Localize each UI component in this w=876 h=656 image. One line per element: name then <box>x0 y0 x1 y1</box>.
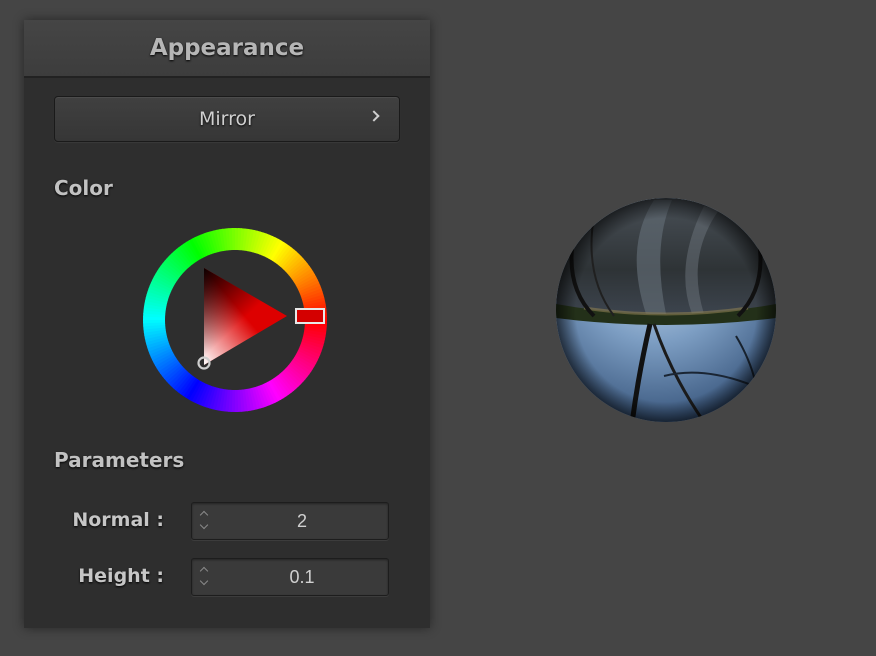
stepper-arrows-icon[interactable] <box>198 508 212 534</box>
chevron-up-icon[interactable] <box>199 566 209 576</box>
panel-title: Appearance <box>24 20 430 78</box>
3d-viewport[interactable] <box>430 0 876 656</box>
saturation-value-triangle[interactable] <box>204 268 287 365</box>
color-section-title: Color <box>54 176 113 200</box>
chevron-down-icon[interactable] <box>199 520 209 530</box>
height-spinbox[interactable]: 0.1 <box>191 558 389 596</box>
hue-selector-handle[interactable] <box>295 308 325 324</box>
normal-spinbox[interactable]: 2 <box>191 502 389 540</box>
chevron-down-icon[interactable] <box>199 576 209 586</box>
stepper-arrows-icon[interactable] <box>198 564 212 590</box>
material-select-label: Mirror <box>199 108 255 130</box>
appearance-panel: Appearance Mirror Color Parameters Norma… <box>24 20 430 628</box>
parameters-section-title: Parameters <box>54 448 185 472</box>
mirror-sphere-preview[interactable] <box>554 196 778 424</box>
height-value[interactable]: 0.1 <box>216 559 388 595</box>
normal-label: Normal : <box>72 509 164 531</box>
material-select-button[interactable]: Mirror <box>54 96 400 142</box>
normal-value[interactable]: 2 <box>216 503 388 539</box>
color-wheel[interactable] <box>140 225 330 415</box>
height-label: Height : <box>78 565 164 587</box>
chevron-up-icon[interactable] <box>199 510 209 520</box>
